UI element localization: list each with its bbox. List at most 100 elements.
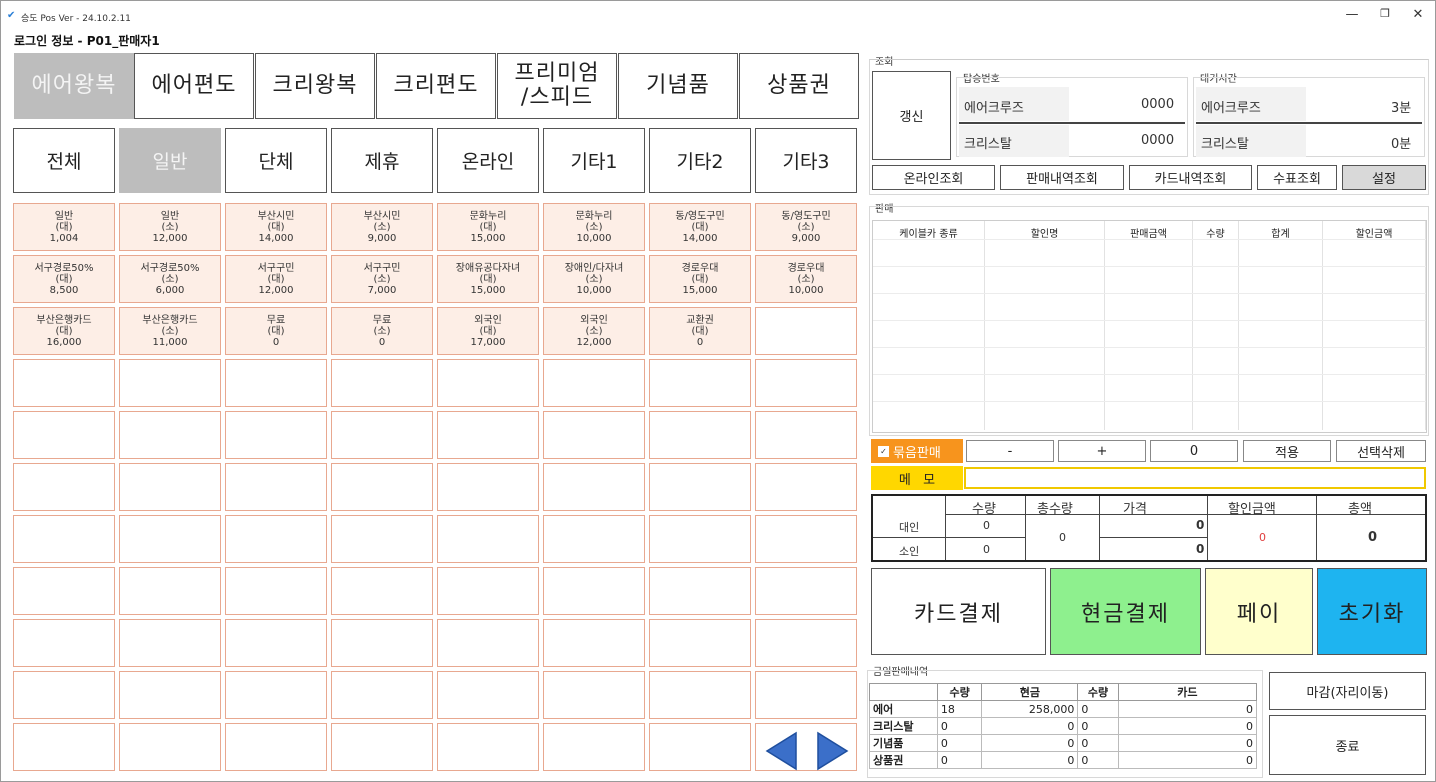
subcategory-button-5[interactable]: 기타1 (543, 128, 645, 193)
empty-tile[interactable] (119, 411, 221, 459)
checkbox-checked-icon[interactable]: ✓ (878, 445, 889, 457)
empty-tile[interactable] (119, 723, 221, 771)
empty-tile[interactable] (225, 515, 327, 563)
empty-tile[interactable] (649, 515, 751, 563)
ticket-tile[interactable]: 서구구민 (소) 7,000 (331, 255, 433, 303)
cash-payment-button[interactable]: 현금결제 (1050, 568, 1201, 655)
ticket-tile[interactable]: 장애유공다자녀 (대) 15,000 (437, 255, 539, 303)
empty-tile[interactable] (755, 567, 857, 615)
ticket-tile[interactable]: 경로우대 (소) 10,000 (755, 255, 857, 303)
close-icon[interactable]: ✕ (1403, 7, 1433, 22)
minimize-icon[interactable]: — (1337, 7, 1367, 22)
category-button-0[interactable]: 에어왕복 (14, 53, 134, 119)
empty-tile[interactable] (13, 567, 115, 615)
empty-tile[interactable] (331, 515, 433, 563)
empty-tile[interactable] (649, 671, 751, 719)
category-button-4[interactable]: 프리미엄 /스피드 (497, 53, 617, 119)
ticket-tile[interactable]: 경로우대 (대) 15,000 (649, 255, 751, 303)
empty-tile[interactable] (649, 411, 751, 459)
ticket-tile[interactable]: 외국인 (대) 17,000 (437, 307, 539, 355)
empty-tile[interactable] (119, 515, 221, 563)
empty-tile[interactable] (437, 619, 539, 667)
category-button-6[interactable]: 상품권 (739, 53, 859, 119)
category-button-1[interactable]: 에어편도 (134, 53, 254, 119)
pay-button[interactable]: 페이 (1205, 568, 1313, 655)
ticket-tile[interactable]: 문화누리 (소) 10,000 (543, 203, 645, 251)
empty-tile[interactable] (225, 619, 327, 667)
empty-tile[interactable] (543, 723, 645, 771)
ticket-tile[interactable]: 부산은행카드 (소) 11,000 (119, 307, 221, 355)
quantity-field[interactable]: 0 (1150, 440, 1238, 462)
bundle-toggle[interactable]: ✓ 묶음판매 (871, 439, 963, 463)
subcategory-button-0[interactable]: 전체 (13, 128, 115, 193)
subcategory-button-4[interactable]: 온라인 (437, 128, 539, 193)
minus-button[interactable]: - (966, 440, 1054, 462)
empty-tile[interactable] (543, 515, 645, 563)
subcategory-button-1[interactable]: 일반 (119, 128, 221, 193)
subcategory-button-6[interactable]: 기타2 (649, 128, 751, 193)
empty-tile[interactable] (437, 411, 539, 459)
empty-tile[interactable] (13, 671, 115, 719)
empty-tile[interactable] (331, 671, 433, 719)
ticket-tile[interactable]: 동/영도구민 (대) 14,000 (649, 203, 751, 251)
empty-tile[interactable] (437, 723, 539, 771)
empty-tile[interactable] (649, 567, 751, 615)
sales-history-button[interactable]: 판매내역조회 (1000, 165, 1124, 190)
category-button-5[interactable]: 기념품 (618, 53, 738, 119)
empty-tile[interactable] (437, 671, 539, 719)
empty-tile[interactable] (13, 359, 115, 407)
empty-tile[interactable] (13, 515, 115, 563)
memo-input[interactable] (964, 467, 1426, 489)
empty-tile[interactable] (649, 463, 751, 511)
reset-button[interactable]: 초기화 (1317, 568, 1427, 655)
sales-table[interactable]: 케이블카 종류 할인명 판매금액 수량 합계 할인금액 (872, 220, 1427, 433)
ticket-tile[interactable]: 부산시민 (소) 9,000 (331, 203, 433, 251)
empty-tile[interactable] (331, 359, 433, 407)
ticket-tile[interactable]: 교환권 (대) 0 (649, 307, 751, 355)
empty-tile[interactable] (755, 515, 857, 563)
close-move-button[interactable]: 마감(자리이동) (1269, 672, 1426, 710)
ticket-tile[interactable]: 일반 (소) 12,000 (119, 203, 221, 251)
empty-tile[interactable] (13, 723, 115, 771)
empty-tile[interactable] (119, 619, 221, 667)
empty-tile[interactable] (13, 619, 115, 667)
category-button-2[interactable]: 크리왕복 (255, 53, 375, 119)
empty-tile[interactable] (225, 671, 327, 719)
empty-tile[interactable] (437, 463, 539, 511)
empty-tile[interactable] (755, 411, 857, 459)
empty-tile[interactable] (331, 723, 433, 771)
online-lookup-button[interactable]: 온라인조회 (872, 165, 995, 190)
exit-button[interactable]: 종료 (1269, 715, 1426, 775)
empty-tile[interactable] (225, 463, 327, 511)
empty-tile[interactable] (225, 359, 327, 407)
empty-tile[interactable] (649, 359, 751, 407)
settings-button[interactable]: 설정 (1342, 165, 1426, 190)
empty-tile[interactable] (119, 567, 221, 615)
subcategory-button-3[interactable]: 제휴 (331, 128, 433, 193)
ticket-tile[interactable]: 부산시민 (대) 14,000 (225, 203, 327, 251)
maximize-icon[interactable]: ❐ (1370, 7, 1400, 20)
empty-tile[interactable] (437, 515, 539, 563)
empty-tile[interactable] (331, 411, 433, 459)
prev-arrow-icon[interactable] (764, 731, 798, 771)
empty-tile[interactable] (225, 567, 327, 615)
next-arrow-icon[interactable] (816, 731, 850, 771)
ticket-tile[interactable]: 장애인/다자녀 (소) 10,000 (543, 255, 645, 303)
ticket-tile[interactable]: 동/영도구민 (소) 9,000 (755, 203, 857, 251)
empty-tile[interactable] (649, 619, 751, 667)
ticket-tile[interactable]: 서구경로50% (대) 8,500 (13, 255, 115, 303)
ticket-tile[interactable]: 부산은행카드 (대) 16,000 (13, 307, 115, 355)
ticket-tile[interactable]: 일반 (대) 1,004 (13, 203, 115, 251)
card-history-button[interactable]: 카드내역조회 (1129, 165, 1252, 190)
plus-button[interactable]: + (1058, 440, 1146, 462)
empty-tile[interactable] (755, 671, 857, 719)
empty-tile[interactable] (13, 411, 115, 459)
empty-tile[interactable] (119, 463, 221, 511)
empty-tile[interactable] (755, 619, 857, 667)
empty-tile[interactable] (755, 359, 857, 407)
empty-tile[interactable] (755, 463, 857, 511)
empty-tile[interactable] (543, 411, 645, 459)
ticket-tile[interactable]: 서구경로50% (소) 6,000 (119, 255, 221, 303)
empty-tile[interactable] (543, 619, 645, 667)
ticket-tile[interactable]: 외국인 (소) 12,000 (543, 307, 645, 355)
